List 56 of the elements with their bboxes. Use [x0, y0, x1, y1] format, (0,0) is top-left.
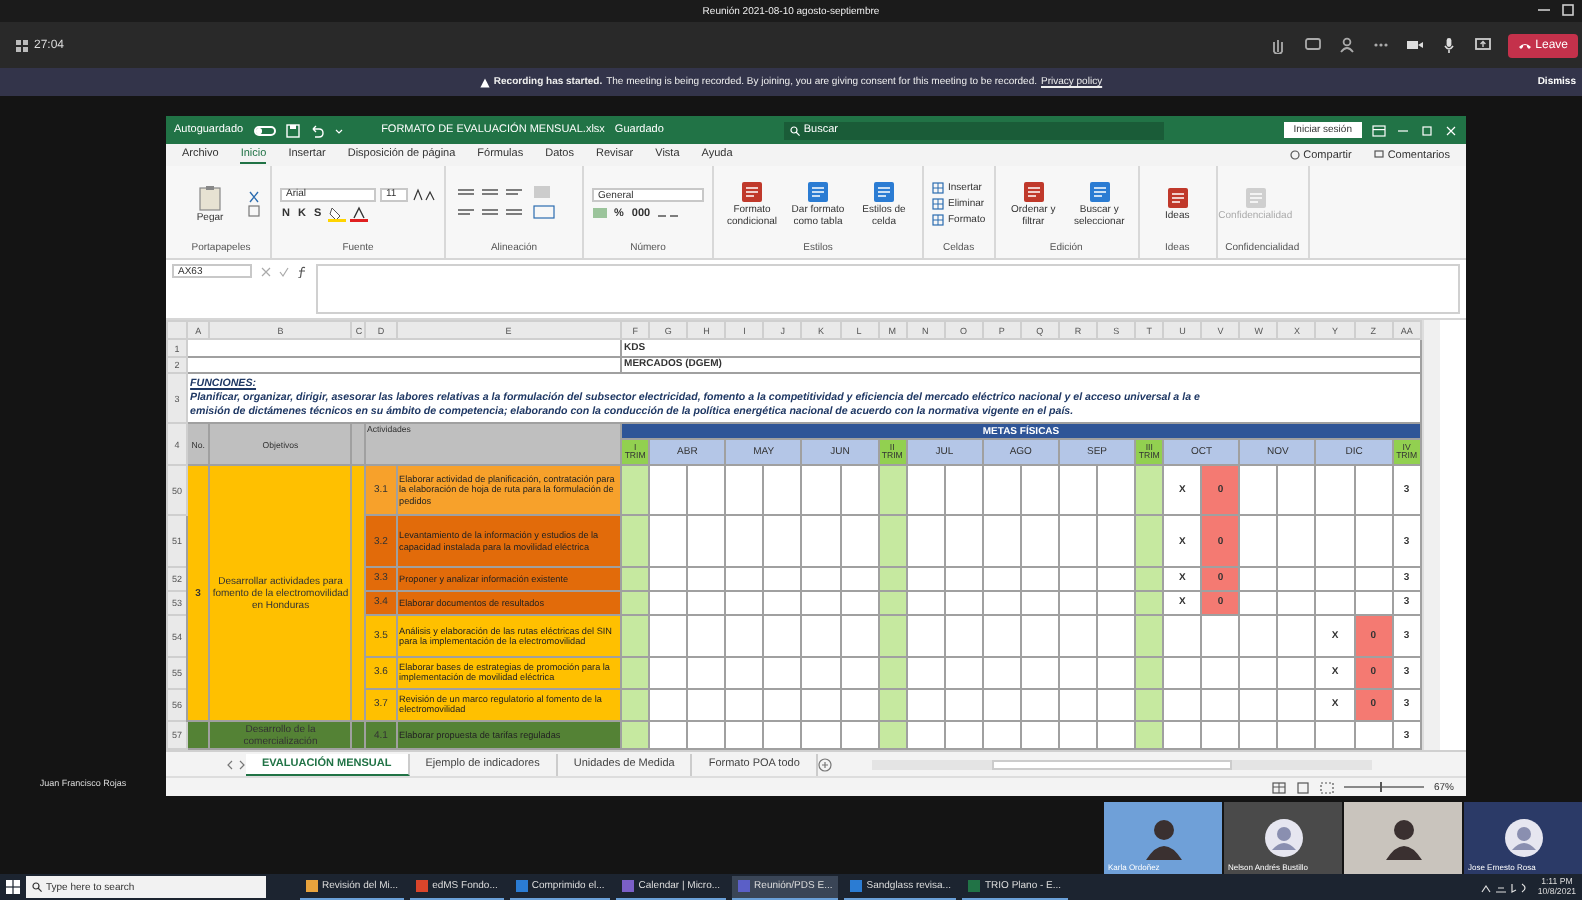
- function-icon[interactable]: [296, 266, 308, 278]
- search-icon: [789, 125, 800, 135]
- add-sheet-icon[interactable]: [817, 757, 832, 771]
- app-icon: [850, 880, 863, 892]
- font-size-icon[interactable]: [412, 187, 436, 201]
- autosave-toggle[interactable]: [253, 125, 276, 135]
- share-screen-icon[interactable]: [1473, 36, 1492, 54]
- comment-icon: [1373, 150, 1384, 160]
- page-layout-icon[interactable]: [1295, 781, 1310, 793]
- start-icon[interactable]: [6, 880, 20, 894]
- command-icon: [872, 180, 896, 204]
- horizontal-scrollbar[interactable]: [871, 759, 1372, 769]
- save-icon[interactable]: [285, 123, 300, 137]
- app-icon: [622, 880, 635, 892]
- command-icon: [1243, 185, 1268, 210]
- table-icon: [932, 214, 944, 226]
- cut-copy-icon[interactable]: [246, 188, 262, 220]
- app-icon: [968, 880, 981, 892]
- avatar-icon: [1263, 818, 1303, 858]
- app-icon: [738, 880, 751, 892]
- command-icon: [740, 180, 764, 204]
- search-icon: [32, 882, 42, 892]
- caret-down-icon[interactable]: [333, 125, 344, 135]
- sheet-nav-icon[interactable]: [226, 759, 246, 769]
- command-icon: [1087, 180, 1112, 204]
- person-silhouette-icon: [1145, 816, 1181, 860]
- page-break-icon[interactable]: [1319, 781, 1334, 793]
- grid-icon: [16, 39, 28, 51]
- people-icon[interactable]: [1337, 36, 1356, 54]
- clipboard-icon: [198, 183, 222, 212]
- fill-color-icon[interactable]: [327, 205, 346, 221]
- tray-icons[interactable]: [1479, 881, 1532, 893]
- undo-icon[interactable]: [309, 123, 324, 137]
- table-icon: [932, 182, 944, 194]
- command-icon: [1021, 180, 1046, 204]
- camera-icon[interactable]: [1405, 36, 1424, 54]
- table-icon: [932, 198, 944, 210]
- formula-field[interactable]: [316, 264, 1460, 314]
- ribbon-display-icon[interactable]: [1371, 123, 1386, 137]
- app-icon: [306, 880, 318, 892]
- chat-icon[interactable]: [1303, 36, 1322, 54]
- normal-view-icon[interactable]: [1271, 781, 1286, 793]
- vertical-scrollbar[interactable]: [1422, 320, 1440, 750]
- font-color-icon[interactable]: [349, 205, 368, 221]
- app-icon: [515, 880, 528, 892]
- phone-icon: [1517, 40, 1532, 50]
- app-icon: [416, 880, 429, 892]
- command-icon: [1165, 185, 1190, 210]
- minimize-icon[interactable]: [1538, 4, 1550, 16]
- person-silhouette-icon: [1385, 816, 1421, 860]
- close-icon[interactable]: [1443, 123, 1458, 137]
- command-icon: [806, 180, 830, 204]
- maximize-icon[interactable]: [1562, 4, 1574, 16]
- warning-icon: [479, 77, 490, 87]
- microphone-icon[interactable]: [1439, 36, 1458, 54]
- avatar-icon: [1503, 818, 1543, 858]
